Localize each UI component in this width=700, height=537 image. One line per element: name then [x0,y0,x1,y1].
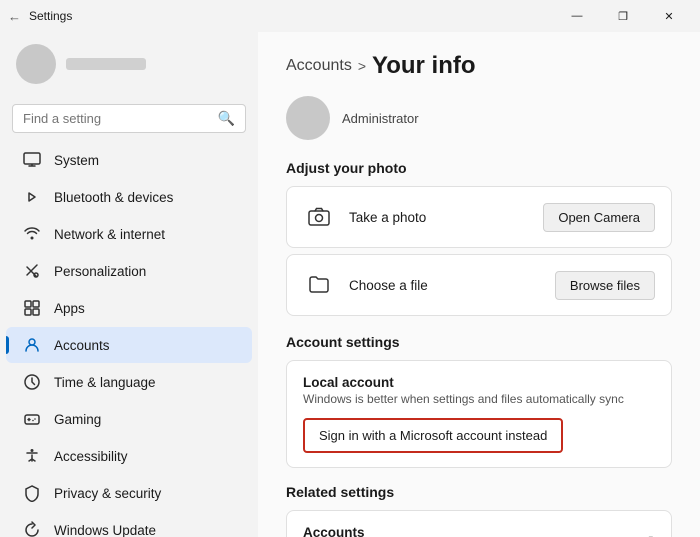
app-body: 🔍 System Bluetooth & devices Network & i… [0,32,700,537]
sidebar-item-accessibility[interactable]: Accessibility [6,438,252,474]
folder-icon [303,269,335,301]
main-content: Accounts > Your info Administrator Adjus… [258,32,700,537]
windowsupdate-icon [22,520,42,537]
breadcrumb-parent[interactable]: Accounts [286,57,352,75]
bluetooth-icon [22,187,42,207]
sign-in-microsoft-button[interactable]: Sign in with a Microsoft account instead [303,418,563,453]
maximize-button[interactable]: ❐ [600,0,646,32]
title-bar-title: Settings [29,9,72,23]
network-icon [22,224,42,244]
sidebar-item-time[interactable]: Time & language [6,364,252,400]
browse-files-button[interactable]: Browse files [555,271,655,300]
time-icon [22,372,42,392]
gaming-icon [22,409,42,429]
user-row: Administrator [286,96,672,140]
accessibility-icon [22,446,42,466]
sidebar-item-privacy[interactable]: Privacy & security [6,475,252,511]
sidebar-item-system-label: System [54,153,99,168]
breadcrumb-chevron: > [358,58,366,74]
open-camera-button[interactable]: Open Camera [543,203,655,232]
take-photo-card: Take a photo Open Camera [286,186,672,248]
sidebar-item-accounts-label: Accounts [54,338,110,353]
sidebar-item-gaming[interactable]: Gaming [6,401,252,437]
sidebar-profile [0,32,258,96]
sidebar-item-personalization-label: Personalization [54,264,146,279]
sidebar-item-apps[interactable]: Apps [6,290,252,326]
account-settings-title: Account settings [286,334,672,350]
search-box[interactable]: 🔍 [12,104,246,133]
search-icon: 🔍 [218,110,235,127]
sidebar-item-bluetooth-label: Bluetooth & devices [54,190,173,205]
camera-icon [303,201,335,233]
avatar-name-placeholder [66,58,146,70]
related-accounts-card[interactable]: Accounts Manage my accounts ↗ [286,510,672,537]
breadcrumb: Accounts > Your info [286,52,672,80]
adjust-photo-title: Adjust your photo [286,160,672,176]
close-button[interactable]: ✕ [646,0,692,32]
title-bar-controls: — ❐ ✕ [554,0,692,32]
choose-file-card: Choose a file Browse files [286,254,672,316]
sidebar-item-personalization[interactable]: Personalization [6,253,252,289]
choose-file-left: Choose a file [303,269,428,301]
sidebar-item-network-label: Network & internet [54,227,165,242]
related-accounts-title: Accounts [303,525,417,537]
title-bar-left: ← Settings [8,9,72,24]
sidebar-item-bluetooth[interactable]: Bluetooth & devices [6,179,252,215]
sidebar-item-apps-label: Apps [54,301,85,316]
sidebar-item-accessibility-label: Accessibility [54,449,128,464]
sidebar-item-system[interactable]: System [6,142,252,178]
personalization-icon [22,261,42,281]
sidebar: 🔍 System Bluetooth & devices Network & i… [0,32,258,537]
local-account-title: Local account [303,375,655,390]
sidebar-item-accounts[interactable]: Accounts [6,327,252,363]
sidebar-nav: System Bluetooth & devices Network & int… [0,141,258,537]
take-photo-left: Take a photo [303,201,426,233]
external-link-icon: ↗ [643,532,655,537]
sidebar-item-network[interactable]: Network & internet [6,216,252,252]
apps-icon [22,298,42,318]
accounts-icon [22,335,42,355]
search-input[interactable] [23,111,212,126]
sidebar-item-gaming-label: Gaming [54,412,101,427]
sidebar-item-privacy-label: Privacy & security [54,486,161,501]
take-photo-label: Take a photo [349,210,426,225]
account-settings-card: Local account Windows is better when set… [286,360,672,468]
sidebar-item-windowsupdate-label: Windows Update [54,523,156,537]
minimize-button[interactable]: — [554,0,600,32]
privacy-icon [22,483,42,503]
avatar [16,44,56,84]
title-bar: ← Settings — ❐ ✕ [0,0,700,32]
local-account-desc: Windows is better when settings and file… [303,392,655,406]
related-settings-title: Related settings [286,484,672,500]
user-avatar [286,96,330,140]
back-arrow-icon[interactable]: ← [8,9,21,24]
system-icon [22,150,42,170]
sidebar-item-time-label: Time & language [54,375,156,390]
choose-file-label: Choose a file [349,278,428,293]
breadcrumb-current: Your info [372,52,476,80]
user-role: Administrator [342,111,419,126]
related-accounts-info: Accounts Manage my accounts [303,525,417,537]
sidebar-item-windowsupdate[interactable]: Windows Update [6,512,252,537]
